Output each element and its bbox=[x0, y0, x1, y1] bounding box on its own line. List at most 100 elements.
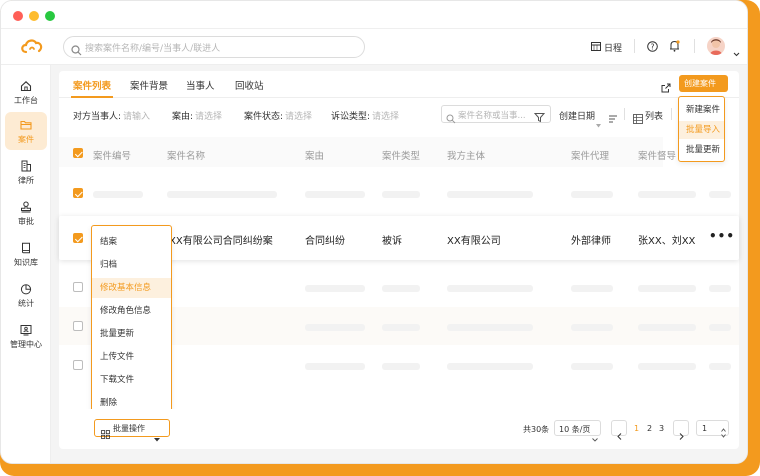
placeholder-bar bbox=[447, 191, 533, 198]
batch-actions-button[interactable]: 批量操作 bbox=[94, 419, 170, 442]
chevron-right-icon bbox=[679, 425, 684, 444]
menu-item-edit-basic-info[interactable]: 修改基本信息 bbox=[92, 278, 171, 298]
schedule-link[interactable]: 日程 bbox=[604, 41, 622, 54]
filter-funnel-icon[interactable] bbox=[533, 108, 546, 127]
filter-litigation-type[interactable]: 诉讼类型: 请选择 bbox=[331, 109, 399, 122]
menu-item-batch-update[interactable]: 批量更新 bbox=[679, 141, 724, 159]
sidebar-item-knowledge[interactable]: 知识库 bbox=[5, 235, 47, 273]
column-header-case-number[interactable]: 案件编号 bbox=[93, 148, 131, 162]
menu-item-batch-import[interactable]: 批量导入 bbox=[679, 121, 724, 139]
stepper-icon bbox=[721, 423, 726, 442]
filter-status[interactable]: 案件状态: 请选择 bbox=[244, 109, 312, 122]
sort-order-icon[interactable] bbox=[608, 109, 618, 128]
sidebar-item-approval[interactable]: 审批 bbox=[5, 194, 47, 232]
sidebar-item-workbench[interactable]: 工作台 bbox=[5, 73, 47, 111]
folder-icon bbox=[20, 120, 32, 130]
total-count: 共30条 bbox=[523, 425, 550, 434]
sidebar-item-label: 审批 bbox=[18, 217, 34, 226]
column-header-case-supervisor[interactable]: 案件督导 bbox=[638, 148, 676, 162]
column-header-case-type[interactable]: 案件类型 bbox=[382, 148, 420, 162]
case-agent-cell: 外部律师 bbox=[571, 236, 611, 247]
cause-cell: 合同纠纷 bbox=[305, 236, 345, 247]
title-bar bbox=[1, 1, 747, 29]
close-window-button[interactable] bbox=[13, 11, 23, 21]
filter-cause[interactable]: 案由: 请选择 bbox=[172, 109, 222, 122]
menu-item-close-case[interactable]: 结案 bbox=[92, 232, 171, 252]
case-name-cell[interactable]: XX有限公司合同纠纷案 bbox=[169, 232, 273, 247]
column-header-case-agent[interactable]: 案件代理 bbox=[571, 148, 609, 162]
menu-item-download-file[interactable]: 下载文件 bbox=[92, 370, 171, 390]
sidebar-item-cases[interactable]: 案件 bbox=[5, 112, 47, 150]
placeholder-bar bbox=[638, 285, 696, 292]
page-size-value: 10 条/页 bbox=[559, 425, 591, 434]
divider bbox=[671, 108, 672, 120]
filter-opposing-party[interactable]: 对方当事人: 请输入 bbox=[73, 109, 150, 122]
minimize-window-button[interactable] bbox=[29, 11, 39, 21]
menu-item-new-case[interactable]: 新建案件 bbox=[679, 101, 724, 119]
list-view-icon[interactable] bbox=[633, 109, 643, 128]
placeholder-bar bbox=[167, 191, 277, 198]
create-case-label: 创建案件 bbox=[684, 79, 716, 88]
sort-create-date[interactable]: 创建日期 bbox=[559, 109, 595, 122]
page-1[interactable]: 1 bbox=[634, 424, 639, 433]
create-case-button[interactable]: 创建案件 bbox=[679, 75, 728, 96]
filter-value: 请输入 bbox=[123, 112, 151, 122]
menu-item-archive[interactable]: 归档 bbox=[92, 255, 171, 275]
page-jump-value: 1 bbox=[702, 424, 708, 433]
app-window: 搜索案件名称/编号/当事人/联进人 日程 ? 工作台 案件 律所 审批 知识库 … bbox=[0, 0, 748, 464]
maximize-window-button[interactable] bbox=[45, 11, 55, 21]
prev-page-button[interactable] bbox=[611, 420, 627, 440]
search-icon bbox=[71, 41, 82, 60]
column-header-our-entity[interactable]: 我方主体 bbox=[447, 148, 485, 162]
row-checkbox[interactable] bbox=[73, 282, 83, 292]
tab-parties[interactable]: 当事人 bbox=[186, 78, 215, 92]
row-checkbox[interactable] bbox=[73, 233, 83, 243]
more-actions-icon[interactable]: ••• bbox=[709, 229, 735, 243]
placeholder-bar bbox=[571, 363, 613, 370]
tab-case-background[interactable]: 案件背景 bbox=[130, 78, 168, 92]
page-size-select[interactable]: 10 条/页 bbox=[554, 420, 601, 442]
cloud-logo-icon[interactable] bbox=[19, 36, 45, 60]
menu-item-batch-update[interactable]: 批量更新 bbox=[92, 324, 171, 344]
avatar[interactable] bbox=[707, 37, 725, 55]
calendar-icon[interactable] bbox=[591, 41, 601, 54]
case-type-cell: 被诉 bbox=[382, 236, 402, 247]
placeholder-bar bbox=[305, 191, 365, 198]
tab-case-list[interactable]: 案件列表 bbox=[73, 78, 111, 92]
row-checkbox[interactable] bbox=[73, 360, 83, 370]
global-search-input[interactable]: 搜索案件名称/编号/当事人/联进人 bbox=[63, 36, 365, 58]
next-page-button[interactable] bbox=[673, 420, 689, 440]
tab-recycle-bin[interactable]: 回收站 bbox=[235, 78, 264, 92]
sidebar-item-label: 律所 bbox=[18, 176, 34, 185]
row-checkbox[interactable] bbox=[73, 188, 83, 198]
page-jump-input[interactable]: 1 bbox=[696, 420, 729, 438]
search-placeholder: 案件名称或当事... bbox=[458, 111, 526, 121]
filter-label: 诉讼类型: bbox=[331, 112, 371, 122]
table-row[interactable] bbox=[59, 175, 739, 213]
page-2[interactable]: 2 bbox=[647, 424, 652, 433]
sidebar-item-lawfirm[interactable]: 律所 bbox=[5, 153, 47, 191]
placeholder-bar bbox=[382, 191, 420, 198]
sidebar-item-stats[interactable]: 统计 bbox=[5, 276, 47, 314]
column-header-case-name[interactable]: 案件名称 bbox=[167, 148, 205, 162]
placeholder-bar bbox=[382, 324, 420, 331]
placeholder-bar bbox=[638, 324, 696, 331]
select-all-checkbox[interactable] bbox=[73, 148, 83, 158]
chevron-down-icon[interactable] bbox=[733, 42, 740, 61]
menu-item-upload-file[interactable]: 上传文件 bbox=[92, 347, 171, 367]
bell-icon[interactable] bbox=[669, 40, 680, 55]
filter-label: 案由: bbox=[172, 112, 194, 122]
divider bbox=[634, 39, 635, 53]
help-icon[interactable]: ? bbox=[647, 41, 658, 55]
column-header-cause[interactable]: 案由 bbox=[305, 148, 324, 162]
row-checkbox[interactable] bbox=[73, 321, 83, 331]
placeholder-bar bbox=[571, 285, 613, 292]
sidebar-item-admin[interactable]: 管理中心 bbox=[5, 317, 47, 355]
pie-chart-icon bbox=[20, 284, 32, 295]
external-link-icon[interactable] bbox=[661, 78, 671, 97]
sidebar: 工作台 案件 律所 审批 知识库 统计 管理中心 bbox=[1, 65, 51, 463]
page-3[interactable]: 3 bbox=[659, 424, 664, 433]
filter-label: 对方当事人: bbox=[73, 112, 122, 122]
list-view-toggle[interactable]: 列表 bbox=[645, 109, 663, 122]
menu-item-edit-role-info[interactable]: 修改角色信息 bbox=[92, 301, 171, 321]
